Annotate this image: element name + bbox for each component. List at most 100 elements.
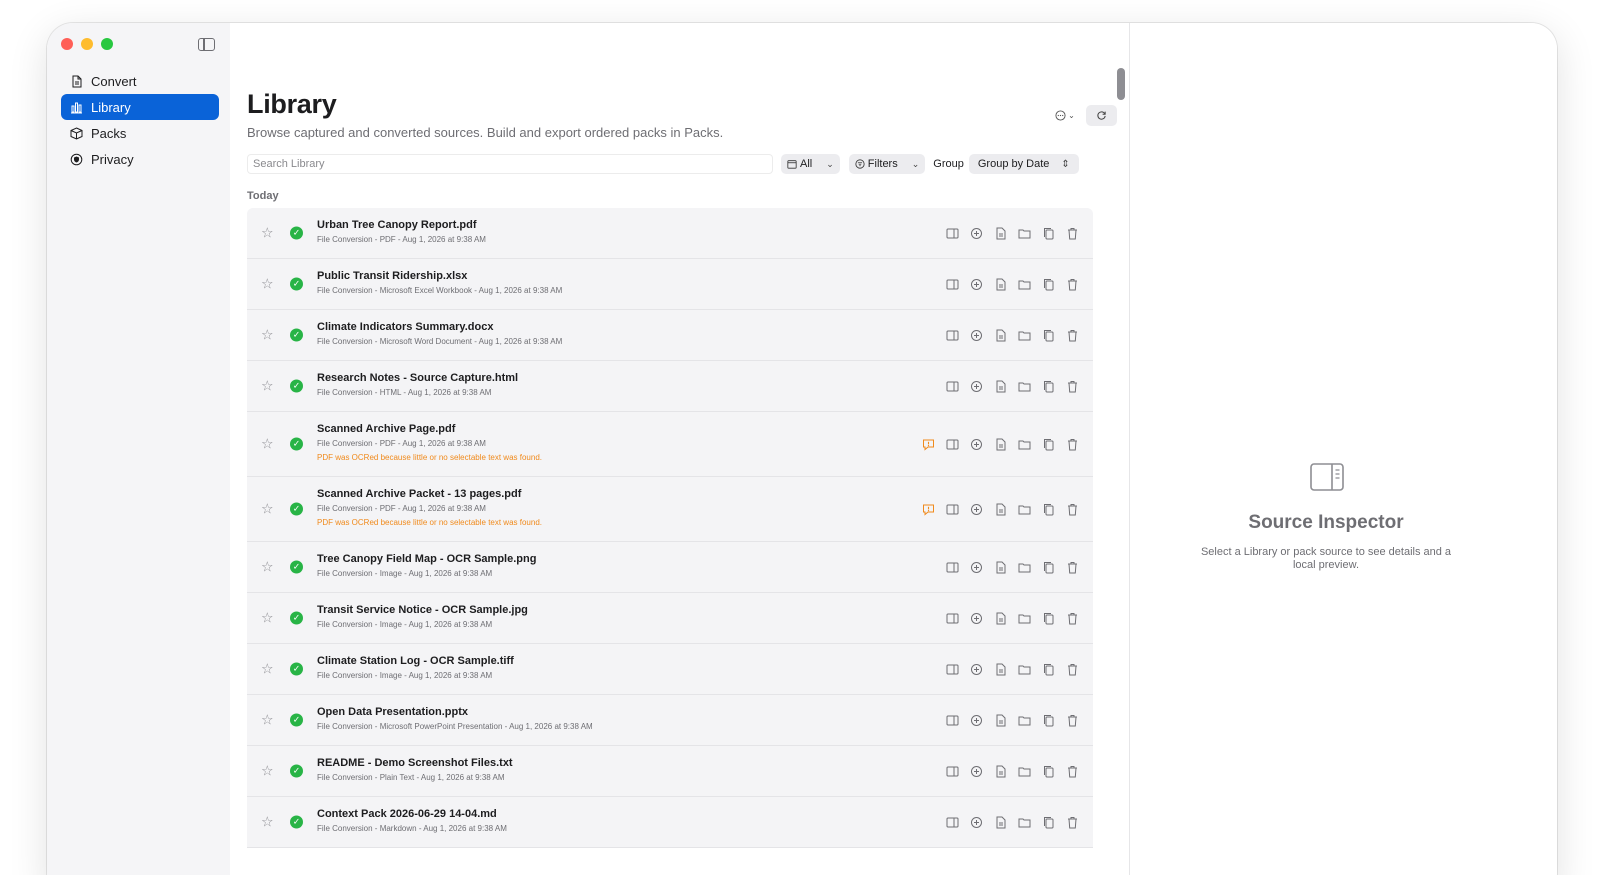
add-to-pack-icon[interactable] <box>969 379 983 393</box>
star-icon[interactable]: ☆ <box>261 610 274 627</box>
add-to-pack-icon[interactable] <box>969 764 983 778</box>
star-icon[interactable]: ☆ <box>261 378 274 395</box>
open-document-icon[interactable] <box>993 502 1007 516</box>
folder-icon[interactable] <box>1017 815 1031 829</box>
copy-icon[interactable] <box>1041 226 1055 240</box>
star-icon[interactable]: ☆ <box>261 814 274 831</box>
zoom-window-button[interactable] <box>101 38 113 50</box>
copy-icon[interactable] <box>1041 611 1055 625</box>
open-document-icon[interactable] <box>993 713 1007 727</box>
star-icon[interactable]: ☆ <box>261 661 274 678</box>
open-document-icon[interactable] <box>993 560 1007 574</box>
add-to-pack-icon[interactable] <box>969 713 983 727</box>
list-item[interactable]: ☆ ✓ Scanned Archive Page.pdf File Conver… <box>247 412 1093 477</box>
list-item[interactable]: ☆ ✓ Tree Canopy Field Map - OCR Sample.p… <box>247 542 1093 593</box>
preview-icon[interactable] <box>945 764 959 778</box>
star-icon[interactable]: ☆ <box>261 327 274 344</box>
list-item[interactable]: ☆ ✓ Open Data Presentation.pptx File Con… <box>247 695 1093 746</box>
open-document-icon[interactable] <box>993 764 1007 778</box>
add-to-pack-icon[interactable] <box>969 815 983 829</box>
preview-icon[interactable] <box>945 437 959 451</box>
copy-icon[interactable] <box>1041 764 1055 778</box>
copy-icon[interactable] <box>1041 328 1055 342</box>
list-item[interactable]: ☆ ✓ Climate Station Log - OCR Sample.tif… <box>247 644 1093 695</box>
copy-icon[interactable] <box>1041 437 1055 451</box>
add-to-pack-icon[interactable] <box>969 611 983 625</box>
folder-icon[interactable] <box>1017 277 1031 291</box>
source-type-select[interactable]: All ⌄ <box>781 154 840 174</box>
trash-icon[interactable] <box>1065 713 1079 727</box>
group-by-select[interactable]: Group by Date ⇕ <box>968 154 1079 174</box>
list-item[interactable]: ☆ ✓ Transit Service Notice - OCR Sample.… <box>247 593 1093 644</box>
folder-icon[interactable] <box>1017 226 1031 240</box>
list-scrollbar[interactable] <box>1117 68 1125 100</box>
trash-icon[interactable] <box>1065 328 1079 342</box>
trash-icon[interactable] <box>1065 560 1079 574</box>
list-item[interactable]: ☆ ✓ Climate Indicators Summary.docx File… <box>247 310 1093 361</box>
filters-menu[interactable]: Filters ⌄ <box>848 154 926 174</box>
trash-icon[interactable] <box>1065 662 1079 676</box>
sidebar-toggle-icon[interactable] <box>198 38 215 51</box>
preview-icon[interactable] <box>945 328 959 342</box>
sidebar-item-packs[interactable]: Packs <box>61 120 219 146</box>
copy-icon[interactable] <box>1041 713 1055 727</box>
add-to-pack-icon[interactable] <box>969 560 983 574</box>
folder-icon[interactable] <box>1017 437 1031 451</box>
open-document-icon[interactable] <box>993 662 1007 676</box>
open-document-icon[interactable] <box>993 277 1007 291</box>
trash-icon[interactable] <box>1065 815 1079 829</box>
folder-icon[interactable] <box>1017 611 1031 625</box>
trash-icon[interactable] <box>1065 437 1079 451</box>
copy-icon[interactable] <box>1041 662 1055 676</box>
trash-icon[interactable] <box>1065 277 1079 291</box>
add-to-pack-icon[interactable] <box>969 328 983 342</box>
preview-icon[interactable] <box>945 277 959 291</box>
preview-icon[interactable] <box>945 611 959 625</box>
list-item[interactable]: ☆ ✓ Context Pack 2026-06-29 14-04.md Fil… <box>247 797 1093 848</box>
folder-icon[interactable] <box>1017 328 1031 342</box>
sidebar-item-privacy[interactable]: Privacy <box>61 146 219 172</box>
add-to-pack-icon[interactable] <box>969 226 983 240</box>
ocr-notice-icon[interactable] <box>921 437 935 451</box>
more-options-button[interactable]: ⌄ <box>1052 106 1078 126</box>
preview-icon[interactable] <box>945 379 959 393</box>
star-icon[interactable]: ☆ <box>261 276 274 293</box>
list-item[interactable]: ☆ ✓ README - Demo Screenshot Files.txt F… <box>247 746 1093 797</box>
add-to-pack-icon[interactable] <box>969 502 983 516</box>
trash-icon[interactable] <box>1065 379 1079 393</box>
preview-icon[interactable] <box>945 815 959 829</box>
folder-icon[interactable] <box>1017 764 1031 778</box>
search-input[interactable] <box>247 154 773 174</box>
star-icon[interactable]: ☆ <box>261 712 274 729</box>
open-document-icon[interactable] <box>993 379 1007 393</box>
trash-icon[interactable] <box>1065 764 1079 778</box>
sidebar-item-library[interactable]: Library <box>61 94 219 120</box>
add-to-pack-icon[interactable] <box>969 662 983 676</box>
copy-icon[interactable] <box>1041 560 1055 574</box>
copy-icon[interactable] <box>1041 815 1055 829</box>
refresh-button[interactable] <box>1086 105 1117 126</box>
folder-icon[interactable] <box>1017 560 1031 574</box>
star-icon[interactable]: ☆ <box>261 436 274 453</box>
add-to-pack-icon[interactable] <box>969 437 983 451</box>
preview-icon[interactable] <box>945 226 959 240</box>
copy-icon[interactable] <box>1041 502 1055 516</box>
copy-icon[interactable] <box>1041 379 1055 393</box>
list-item[interactable]: ☆ ✓ Urban Tree Canopy Report.pdf File Co… <box>247 208 1093 259</box>
open-document-icon[interactable] <box>993 328 1007 342</box>
preview-icon[interactable] <box>945 713 959 727</box>
trash-icon[interactable] <box>1065 611 1079 625</box>
open-document-icon[interactable] <box>993 611 1007 625</box>
preview-icon[interactable] <box>945 560 959 574</box>
minimize-window-button[interactable] <box>81 38 93 50</box>
open-document-icon[interactable] <box>993 437 1007 451</box>
open-document-icon[interactable] <box>993 815 1007 829</box>
preview-icon[interactable] <box>945 662 959 676</box>
preview-icon[interactable] <box>945 502 959 516</box>
add-to-pack-icon[interactable] <box>969 277 983 291</box>
star-icon[interactable]: ☆ <box>261 225 274 242</box>
star-icon[interactable]: ☆ <box>261 501 274 518</box>
folder-icon[interactable] <box>1017 713 1031 727</box>
ocr-notice-icon[interactable] <box>921 502 935 516</box>
folder-icon[interactable] <box>1017 662 1031 676</box>
